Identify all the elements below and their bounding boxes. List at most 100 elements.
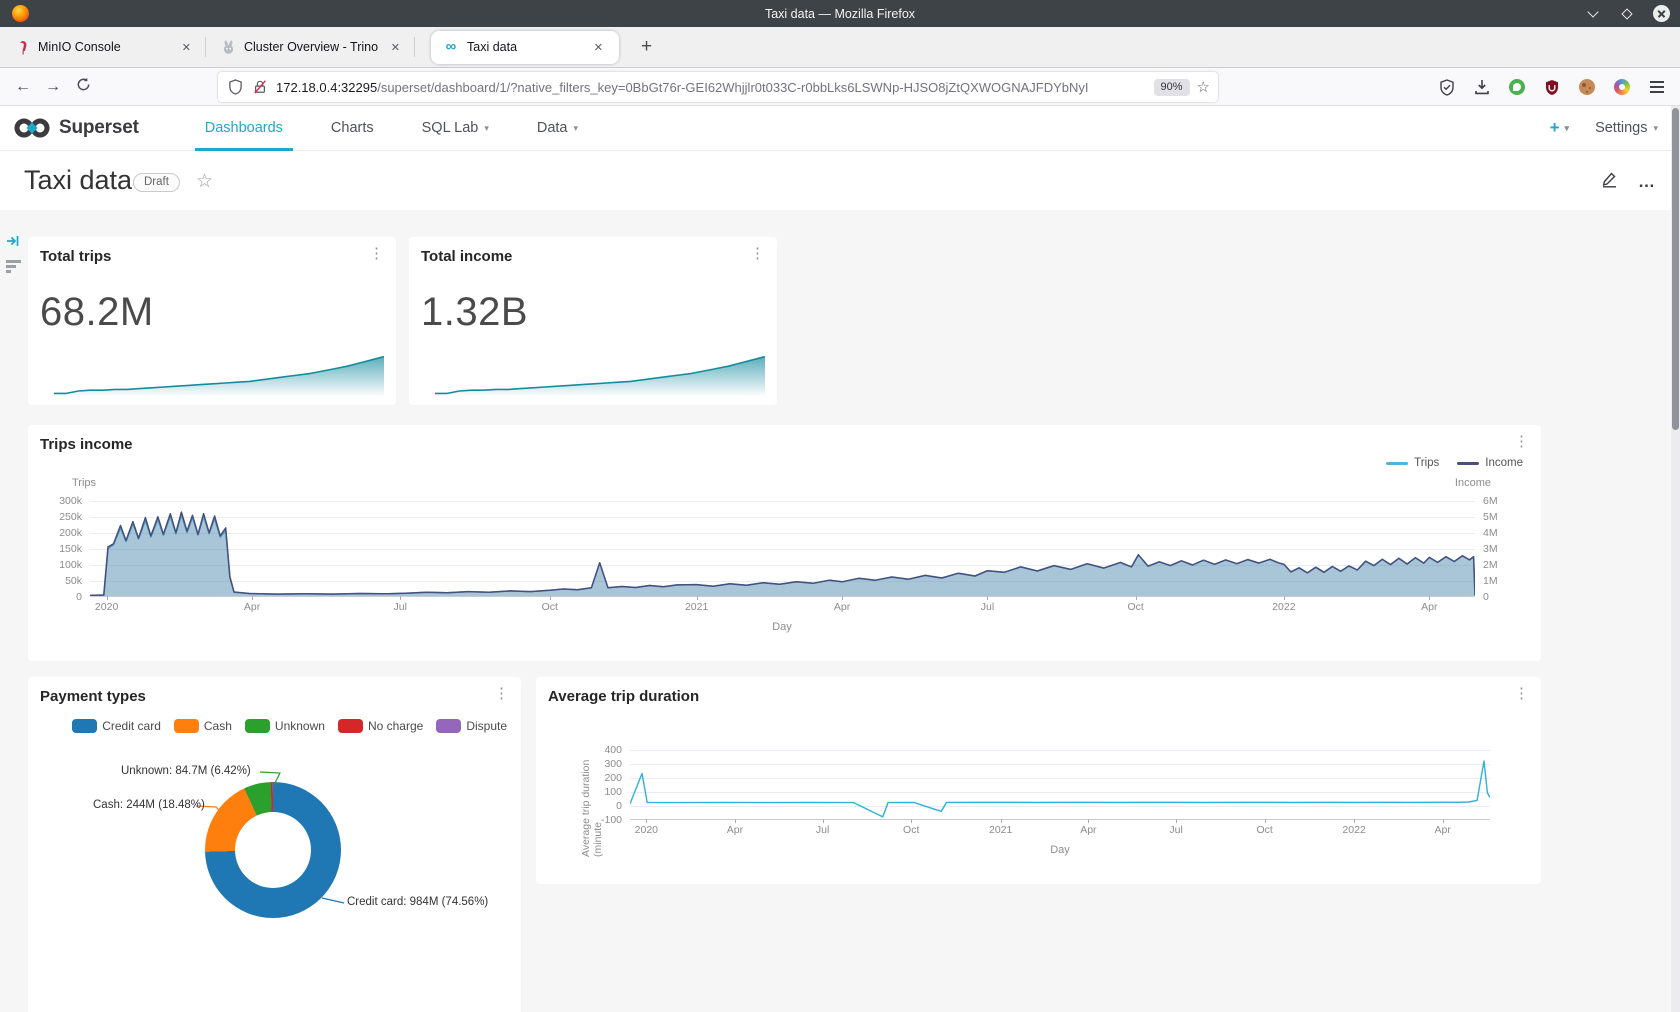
menu-hamburger-icon[interactable] [1648, 78, 1666, 96]
favorite-star-icon[interactable]: ☆ [196, 170, 213, 193]
window-close-button[interactable] [1652, 5, 1670, 23]
y-tick-label: 400 [604, 744, 622, 756]
legend-item-trips[interactable]: Trips [1386, 457, 1439, 469]
y-tick-label: 0 [1483, 591, 1489, 603]
y-tick-label: 5M [1483, 511, 1498, 523]
kebab-menu-icon[interactable]: ⋮ [1514, 685, 1529, 702]
y-axis-right: 6M5M4M3M2M1M0 [1483, 501, 1523, 597]
superset-logo-icon [13, 117, 51, 139]
reload-button[interactable] [68, 77, 98, 97]
nav-right: +▾ Settings▾ [1550, 118, 1680, 138]
legend-item-credit-card[interactable]: Credit card [72, 719, 161, 733]
shield-icon[interactable] [226, 78, 244, 96]
kebab-menu-icon[interactable]: ⋮ [494, 685, 509, 702]
nav-items: Dashboards Charts SQL Lab▾ Data▾ [181, 106, 602, 151]
privacy-extension-icon[interactable] [1508, 78, 1526, 96]
forward-button[interactable]: → [38, 78, 68, 96]
superset-favicon: ∞ [443, 39, 459, 55]
tab-bar: MinIO Console ✕ Cluster Overview - Trino… [0, 27, 1680, 68]
tab-minio-console[interactable]: MinIO Console ✕ [0, 27, 205, 68]
x-tick-label: Jul [1169, 824, 1182, 836]
scrollbar-thumb[interactable] [1672, 108, 1679, 430]
donut-chart [205, 782, 341, 918]
tab-title: MinIO Console [38, 40, 170, 54]
tab-close-icon[interactable]: ✕ [590, 39, 607, 56]
multicolor-extension-icon[interactable] [1613, 78, 1631, 96]
callout-cash: Cash: 244M (18.48%) [93, 799, 205, 811]
card-payment-types: Payment types ⋮ Credit card Cash Unknown No… [28, 677, 521, 1012]
nav-item-data[interactable]: Data▾ [513, 106, 602, 151]
x-axis-title: Day [772, 621, 792, 633]
y-tick-label: 0 [76, 591, 82, 603]
add-new-button[interactable]: +▾ [1550, 118, 1569, 138]
x-tick-label: Apr [1080, 824, 1096, 836]
settings-menu[interactable]: Settings▾ [1595, 120, 1658, 136]
big-number-value: 1.32B [421, 290, 528, 335]
x-tick-label: Oct [903, 824, 919, 836]
x-axis: 2020AprJulOct2021AprJulOct2022Apr [90, 597, 1475, 615]
chart-title: Total trips [40, 248, 111, 265]
window-titlebar: Taxi data — Mozilla Firefox [0, 0, 1680, 27]
y-tick-label: 100k [59, 559, 82, 571]
x-tick-label: 2022 [1272, 601, 1295, 613]
x-tick-label: Oct [1257, 824, 1273, 836]
chart-title: Payment types [40, 688, 146, 705]
legend-item-no-charge[interactable]: No charge [338, 719, 423, 733]
tab-trino[interactable]: Cluster Overview - Trino ✕ [206, 27, 414, 68]
big-number-value: 68.2M [40, 290, 154, 335]
chart-title: Total income [421, 248, 512, 265]
y-tick-label: 50k [65, 575, 82, 587]
dashboard-kebab-icon[interactable]: … [1638, 172, 1656, 192]
y-tick-label: 300k [59, 495, 82, 507]
window-minimize-button[interactable] [1584, 5, 1602, 23]
nav-item-sql-lab[interactable]: SQL Lab▾ [398, 106, 513, 151]
browser-toolbar: ← → 172.18.0.4:32295/superset/dashboard/… [0, 68, 1680, 106]
lock-insecure-icon[interactable] [251, 78, 269, 96]
tab-taxi-data[interactable]: ∞ Taxi data ✕ [431, 31, 619, 64]
card-total-trips: Total trips ⋮ 68.2M [28, 237, 396, 405]
tab-close-icon[interactable]: ✕ [387, 39, 404, 56]
expand-filter-bar-icon[interactable] [6, 234, 21, 253]
edit-pencil-icon[interactable] [1601, 171, 1618, 193]
superset-brand[interactable]: Superset [0, 117, 139, 139]
y-tick-label: 4M [1483, 527, 1498, 539]
y-tick-label: 150k [59, 543, 82, 555]
nav-item-dashboards[interactable]: Dashboards [181, 106, 307, 151]
trend-sparkline [435, 355, 765, 395]
kebab-menu-icon[interactable]: ⋮ [1514, 433, 1529, 450]
kebab-menu-icon[interactable]: ⋮ [369, 245, 384, 262]
page-scrollbar [1671, 106, 1680, 1012]
window-title: Taxi data — Mozilla Firefox [0, 7, 1680, 21]
bookmark-star-icon[interactable]: ☆ [1197, 78, 1210, 96]
callout-unknown: Unknown: 84.7M (6.42%) [121, 765, 251, 777]
downloads-icon[interactable] [1473, 78, 1491, 96]
y-tick-label: 2M [1483, 559, 1498, 571]
url-text: 172.18.0.4:32295/superset/dashboard/1/?n… [276, 80, 1147, 95]
y-axis: 4003002001000-100 [592, 750, 622, 820]
zoom-level-badge[interactable]: 90% [1154, 79, 1190, 96]
nav-item-charts[interactable]: Charts [307, 106, 398, 151]
kebab-menu-icon[interactable]: ⋮ [750, 245, 765, 262]
new-tab-button[interactable]: + [627, 36, 666, 58]
screen: { "window": { "title": "Taxi data — Mozi… [0, 0, 1680, 1012]
pocket-shield-check-icon[interactable] [1438, 78, 1456, 96]
y-tick-label: 100 [604, 786, 622, 798]
legend-item-unknown[interactable]: Unknown [245, 719, 325, 733]
y-tick-label: 3M [1483, 543, 1498, 555]
y-tick-label: 200 [604, 772, 622, 784]
donut-hole [235, 812, 311, 888]
filter-icon[interactable] [6, 260, 21, 273]
cookie-extension-icon[interactable] [1578, 78, 1596, 96]
dashboard-title: Taxi data [24, 165, 132, 196]
back-button[interactable]: ← [8, 78, 38, 96]
chart-legend: Credit card Cash Unknown No charge Dispute [28, 719, 507, 733]
legend-item-cash[interactable]: Cash [174, 719, 232, 733]
legend-item-dispute[interactable]: Dispute [436, 719, 507, 733]
tab-title: Cluster Overview - Trino [244, 40, 379, 54]
window-maximize-button[interactable] [1618, 5, 1636, 23]
legend-item-income[interactable]: Income [1457, 457, 1523, 469]
ublock-origin-icon[interactable] [1543, 78, 1561, 96]
tab-close-icon[interactable]: ✕ [178, 39, 195, 56]
chart-title: Average trip duration [548, 688, 699, 705]
url-field[interactable]: 172.18.0.4:32295/superset/dashboard/1/?n… [218, 72, 1218, 102]
